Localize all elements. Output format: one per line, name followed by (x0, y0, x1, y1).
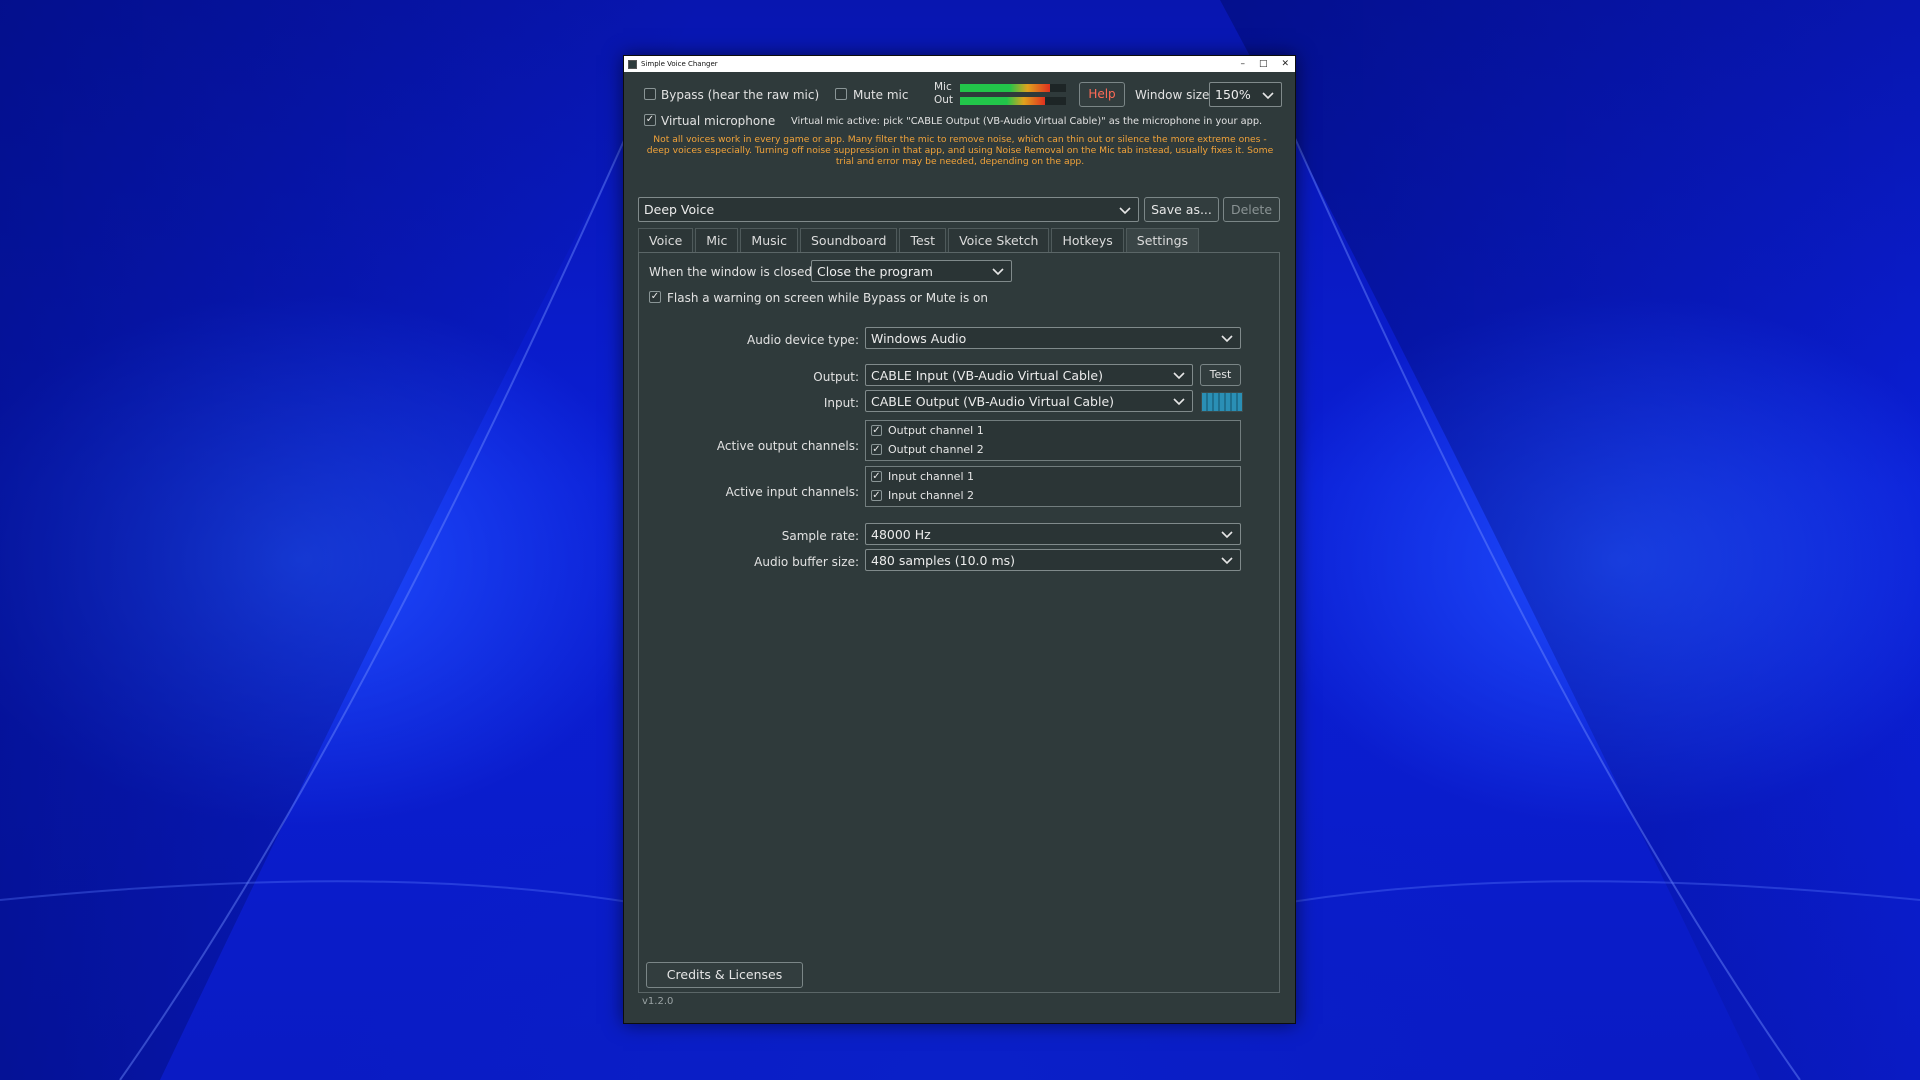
help-button[interactable]: Help (1079, 82, 1125, 107)
input-label: Input: (823, 396, 859, 410)
chevron-down-icon (1221, 557, 1233, 565)
input-channel-2-label: Input channel 2 (888, 489, 975, 502)
virtual-mic-checkbox[interactable] (644, 114, 656, 126)
chevron-down-icon (1262, 91, 1274, 99)
version-label: v1.2.0 (642, 996, 674, 1007)
preset-select[interactable]: Deep Voice (638, 197, 1139, 222)
output-channels-list: Output channel 1 Output channel 2 (865, 420, 1241, 461)
input-channels-list: Input channel 1 Input channel 2 (865, 466, 1241, 507)
input-channel-2-checkbox[interactable] (871, 490, 882, 501)
on-close-label: When the window is closed: (649, 265, 817, 279)
window-size-value: 150% (1215, 87, 1251, 102)
output-channel-1-label: Output channel 1 (888, 424, 984, 437)
input-device-select[interactable]: CABLE Output (VB-Audio Virtual Cable) (865, 390, 1193, 412)
save-as-button[interactable]: Save as... (1144, 197, 1219, 222)
flash-warning-label: Flash a warning on screen while Bypass o… (667, 291, 988, 305)
window-size-label: Window size: (1135, 88, 1214, 102)
output-channel-1-checkbox[interactable] (871, 425, 882, 436)
bypass-checkbox[interactable] (644, 88, 656, 100)
tab-mic[interactable]: Mic (695, 228, 739, 253)
credits-licenses-button[interactable]: Credits & Licenses (646, 962, 803, 988)
window-title: Simple Voice Changer (641, 60, 718, 68)
compatibility-warning: Not all voices work in every game or app… (646, 134, 1274, 167)
window-size-select[interactable]: 150% (1209, 82, 1282, 107)
mic-level-meter (960, 84, 1066, 92)
output-channel-row[interactable]: Output channel 2 (866, 440, 1240, 459)
maximize-button[interactable]: □ (1259, 56, 1268, 72)
close-button[interactable]: ✕ (1281, 56, 1289, 72)
tab-bar: Voice Mic Music Soundboard Test Voice Sk… (638, 228, 1201, 253)
chevron-down-icon (1173, 398, 1185, 406)
chevron-down-icon (1221, 335, 1233, 343)
tab-settings[interactable]: Settings (1125, 228, 1200, 253)
preset-value: Deep Voice (644, 202, 715, 217)
minimize-button[interactable]: – (1240, 56, 1245, 72)
buffer-size-label: Audio buffer size: (754, 555, 859, 569)
out-level-meter (960, 97, 1066, 105)
output-label: Output: (813, 370, 859, 384)
meter-out-label: Out (934, 94, 954, 106)
delete-button[interactable]: Delete (1223, 197, 1280, 222)
sample-rate-label: Sample rate: (781, 529, 859, 543)
output-device-select[interactable]: CABLE Input (VB-Audio Virtual Cable) (865, 364, 1193, 386)
input-channel-1-label: Input channel 1 (888, 470, 975, 483)
title-bar[interactable]: Simple Voice Changer – □ ✕ (624, 56, 1295, 72)
input-channel-row[interactable]: Input channel 2 (866, 486, 1240, 505)
virtual-mic-status: Virtual mic active: pick "CABLE Output (… (791, 116, 1263, 127)
tab-soundboard[interactable]: Soundboard (799, 228, 898, 253)
output-test-button[interactable]: Test (1200, 364, 1241, 386)
input-level-meter (1201, 392, 1243, 412)
meter-mic-label: Mic (934, 81, 952, 93)
settings-panel: When the window is closed: Close the pro… (638, 252, 1280, 993)
virtual-mic-label: Virtual microphone (661, 114, 776, 128)
mute-checkbox[interactable] (835, 88, 847, 100)
buffer-size-value: 480 samples (10.0 ms) (871, 552, 1016, 568)
output-device-value: CABLE Input (VB-Audio Virtual Cable) (871, 367, 1103, 383)
chevron-down-icon (1221, 531, 1233, 539)
tab-music[interactable]: Music (740, 228, 798, 253)
input-channel-row[interactable]: Input channel 1 (866, 467, 1240, 486)
chevron-down-icon (992, 268, 1004, 276)
active-output-label: Active output channels: (716, 439, 859, 453)
device-type-select[interactable]: Windows Audio (865, 327, 1241, 349)
tab-voice-sketch[interactable]: Voice Sketch (948, 228, 1050, 253)
chevron-down-icon (1173, 372, 1185, 380)
tab-test[interactable]: Test (899, 228, 947, 253)
flash-warning-checkbox[interactable] (649, 291, 661, 303)
device-type-value: Windows Audio (871, 330, 967, 346)
device-type-label: Audio device type: (746, 333, 859, 347)
on-close-value: Close the program (817, 263, 933, 279)
sample-rate-select[interactable]: 48000 Hz (865, 523, 1241, 545)
active-input-label: Active input channels: (725, 485, 859, 499)
app-window: Simple Voice Changer – □ ✕ Bypass (hear … (623, 55, 1296, 1024)
input-device-value: CABLE Output (VB-Audio Virtual Cable) (871, 393, 1115, 409)
app-icon (628, 59, 637, 69)
on-close-select[interactable]: Close the program (811, 260, 1012, 282)
output-channel-2-label: Output channel 2 (888, 443, 984, 456)
output-channel-2-checkbox[interactable] (871, 444, 882, 455)
mute-label: Mute mic (853, 88, 909, 102)
tab-hotkeys[interactable]: Hotkeys (1051, 228, 1124, 253)
chevron-down-icon (1119, 206, 1131, 214)
output-channel-row[interactable]: Output channel 1 (866, 421, 1240, 440)
buffer-size-select[interactable]: 480 samples (10.0 ms) (865, 549, 1241, 571)
sample-rate-value: 48000 Hz (871, 526, 931, 542)
input-channel-1-checkbox[interactable] (871, 471, 882, 482)
tab-voice[interactable]: Voice (638, 228, 694, 253)
bypass-label: Bypass (hear the raw mic) (661, 88, 820, 102)
